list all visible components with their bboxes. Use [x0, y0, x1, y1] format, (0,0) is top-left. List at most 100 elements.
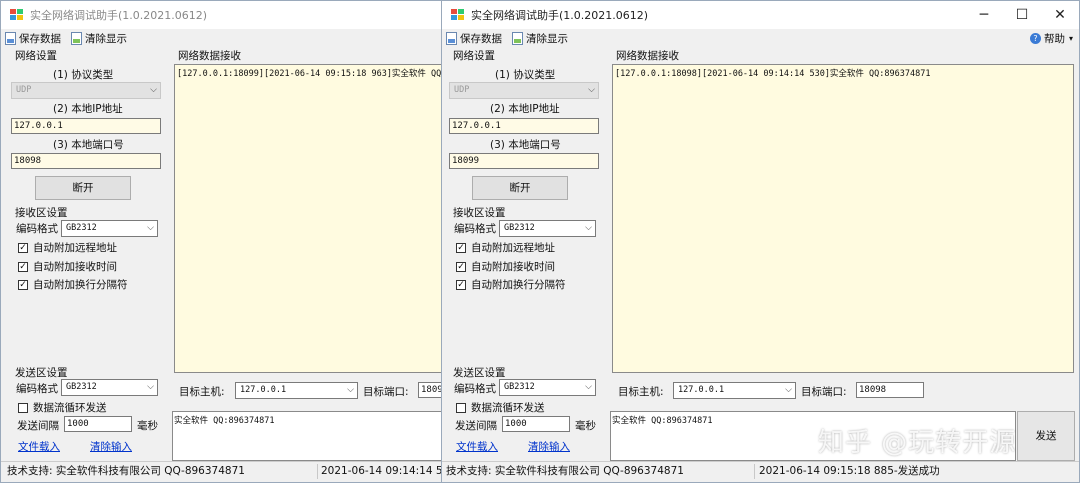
target-host-select[interactable]: 127.0.0.1 ⌵	[673, 382, 796, 399]
send-button[interactable]: 发送	[1017, 411, 1075, 461]
chevron-down-icon: ⌵	[150, 85, 157, 95]
send-settings-group: 发送区设置	[15, 367, 68, 379]
send-settings-group: 发送区设置	[453, 367, 506, 379]
save-icon	[5, 31, 16, 45]
save-data-button[interactable]: 保存数据	[446, 31, 502, 46]
protocol-label: (1) 协议类型	[53, 69, 114, 81]
support-text: 技术支持: 实全软件科技有限公司 QQ-896374871	[446, 465, 684, 477]
app-icon	[451, 9, 465, 21]
interval-label: 发送间隔	[455, 420, 497, 432]
status-divider	[317, 464, 318, 479]
check-icon: ✓	[18, 261, 28, 272]
recv-encoding-select[interactable]: GB2312 ⌵	[499, 220, 596, 237]
status-divider	[754, 464, 755, 479]
loop-send-checkbox[interactable]: 数据流循环发送	[456, 400, 545, 415]
help-menu[interactable]: ? 帮助 ▾	[1029, 31, 1073, 46]
protocol-label: (1) 协议类型	[495, 69, 556, 81]
app-icon	[10, 9, 24, 21]
chevron-down-icon: ⌵	[588, 85, 595, 95]
close-icon[interactable]: ✕	[1041, 1, 1079, 29]
disconnect-button[interactable]: 断开	[472, 176, 568, 200]
maximize-icon[interactable]: ☐	[1003, 1, 1041, 29]
clear-input-link[interactable]: 清除输入	[528, 439, 570, 454]
target-host-select[interactable]: 127.0.0.1 ⌵	[235, 382, 358, 399]
local-ip-input[interactable]: 127.0.0.1	[449, 118, 599, 134]
left-window: 实全网络调试助手(1.0.2021.0612) 保存数据 清除显示 网络设置 (…	[0, 0, 447, 483]
clear-icon	[71, 31, 82, 45]
save-icon	[446, 31, 457, 45]
right-titlebar[interactable]: 实全网络调试助手(1.0.2021.0612) ─ ☐ ✕	[442, 1, 1079, 29]
send-encoding-label: 编码格式	[454, 383, 496, 395]
recv-textarea[interactable]: [127.0.0.1:18099][2021-06-14 09:15:18 96…	[174, 64, 446, 373]
opt-recv-time-checkbox[interactable]: ✓ 自动附加接收时间	[456, 259, 555, 274]
send-encoding-label: 编码格式	[16, 383, 58, 395]
chevron-down-icon: ⌵	[147, 223, 154, 233]
chevron-down-icon: ⌵	[585, 382, 592, 392]
protocol-select[interactable]: UDP ⌵	[11, 82, 161, 99]
net-settings-group: 网络设置	[453, 50, 495, 62]
interval-input[interactable]: 1000	[64, 416, 132, 432]
chevron-down-icon: ⌵	[585, 223, 592, 233]
opt-recv-time-checkbox[interactable]: ✓ 自动附加接收时间	[18, 259, 117, 274]
check-icon: ✓	[18, 242, 28, 253]
local-port-input[interactable]: 18099	[449, 153, 599, 169]
clear-display-button[interactable]: 清除显示	[512, 31, 568, 46]
status-message: 2021-06-14 09:15:18 885-发送成功	[759, 465, 940, 477]
check-icon: ✓	[18, 279, 28, 290]
send-encoding-select[interactable]: GB2312 ⌵	[499, 379, 596, 396]
net-settings-group: 网络设置	[15, 50, 57, 62]
recv-textarea[interactable]: [127.0.0.1:18098][2021-06-14 09:14:14 53…	[612, 64, 1074, 373]
chevron-down-icon: ⌵	[347, 385, 354, 395]
window-title: 实全网络调试助手(1.0.2021.0612)	[471, 9, 649, 22]
recv-area-label: 网络数据接收	[178, 50, 241, 62]
opt-remote-addr-checkbox[interactable]: ✓ 自动附加远程地址	[18, 240, 117, 255]
support-text: 技术支持: 实全软件科技有限公司 QQ-896374871	[7, 465, 245, 477]
clear-display-button[interactable]: 清除显示	[71, 31, 127, 46]
ip-label: (2) 本地IP地址	[490, 103, 560, 115]
opt-newline-checkbox[interactable]: ✓ 自动附加换行分隔符	[18, 277, 128, 292]
interval-input[interactable]: 1000	[502, 416, 570, 432]
save-data-button[interactable]: 保存数据	[5, 31, 61, 46]
recv-settings-group: 接收区设置	[453, 207, 506, 219]
chevron-down-icon: ⌵	[785, 385, 792, 395]
check-icon: ✓	[456, 261, 466, 272]
recv-area-label: 网络数据接收	[616, 50, 679, 62]
file-load-link[interactable]: 文件载入	[456, 439, 498, 454]
recv-encoding-label: 编码格式	[16, 223, 58, 235]
file-load-link[interactable]: 文件载入	[18, 439, 60, 454]
right-toolbar: 保存数据 清除显示 ? 帮助 ▾	[442, 29, 1079, 47]
check-icon: ✓	[456, 279, 466, 290]
status-bar: 技术支持: 实全软件科技有限公司 QQ-896374871 2021-06-14…	[442, 461, 1079, 482]
minimize-icon[interactable]: ─	[965, 1, 1003, 29]
chevron-down-icon: ⌵	[147, 382, 154, 392]
interval-unit: 毫秒	[575, 420, 596, 432]
clear-icon	[512, 31, 523, 45]
target-host-label: 目标主机:	[179, 386, 225, 398]
opt-newline-checkbox[interactable]: ✓ 自动附加换行分隔符	[456, 277, 566, 292]
send-textarea[interactable]: 实全软件 QQ:896374871	[172, 411, 446, 461]
check-icon: ✓	[456, 242, 466, 253]
status-message: 2021-06-14 09:14:14 530-发送成功	[321, 465, 446, 477]
interval-label: 发送间隔	[17, 420, 59, 432]
left-titlebar[interactable]: 实全网络调试助手(1.0.2021.0612)	[1, 1, 446, 29]
window-title: 实全网络调试助手(1.0.2021.0612)	[30, 9, 208, 22]
ip-label: (2) 本地IP地址	[53, 103, 123, 115]
opt-remote-addr-checkbox[interactable]: ✓ 自动附加远程地址	[456, 240, 555, 255]
port-label: (3) 本地端口号	[53, 139, 124, 151]
target-port-label: 目标端口:	[363, 386, 409, 398]
recv-encoding-select[interactable]: GB2312 ⌵	[61, 220, 158, 237]
local-port-input[interactable]: 18098	[11, 153, 161, 169]
recv-encoding-label: 编码格式	[454, 223, 496, 235]
target-port-label: 目标端口:	[801, 386, 847, 398]
target-host-label: 目标主机:	[618, 386, 664, 398]
clear-input-link[interactable]: 清除输入	[90, 439, 132, 454]
local-ip-input[interactable]: 127.0.0.1	[11, 118, 161, 134]
send-encoding-select[interactable]: GB2312 ⌵	[61, 379, 158, 396]
recv-settings-group: 接收区设置	[15, 207, 68, 219]
loop-send-checkbox[interactable]: 数据流循环发送	[18, 400, 107, 415]
help-icon: ?	[1029, 32, 1041, 44]
target-port-input[interactable]: 18098	[856, 382, 924, 398]
protocol-select[interactable]: UDP ⌵	[449, 82, 599, 99]
right-window: 实全网络调试助手(1.0.2021.0612) ─ ☐ ✕ 保存数据 清除显示 …	[441, 0, 1080, 483]
disconnect-button[interactable]: 断开	[35, 176, 131, 200]
